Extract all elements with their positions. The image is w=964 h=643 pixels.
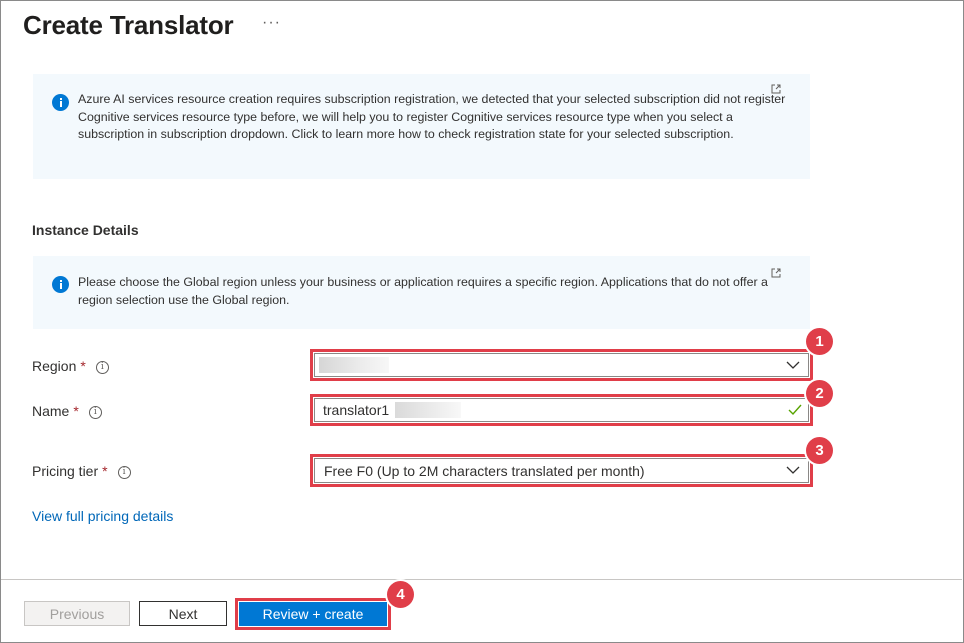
tooltip-info-icon[interactable]: i (95, 360, 109, 374)
name-value: translator1 (323, 402, 390, 418)
region-dropdown[interactable] (314, 353, 809, 377)
tooltip-info-icon[interactable]: i (88, 405, 102, 419)
external-link-icon (771, 268, 781, 278)
region-info-text: Please choose the Global region unless y… (78, 275, 768, 307)
required-marker: * (73, 403, 79, 419)
info-icon (52, 94, 69, 111)
chevron-down-icon (786, 361, 800, 369)
pricing-tier-label: Pricing tier * i (32, 463, 131, 479)
step-badge-2: 2 (806, 380, 833, 407)
region-label-text: Region (32, 358, 77, 374)
previous-button[interactable]: Previous (24, 601, 130, 626)
pricing-tier-label-text: Pricing tier (32, 463, 99, 479)
next-button[interactable]: Next (139, 601, 227, 626)
chevron-down-icon (786, 466, 800, 474)
required-marker: * (102, 463, 108, 479)
name-label-text: Name (32, 403, 70, 419)
more-icon[interactable]: ··· (262, 14, 281, 32)
name-value-redacted (395, 402, 461, 418)
external-link-icon (771, 84, 781, 94)
region-info-banner[interactable]: Please choose the Global region unless y… (33, 256, 810, 329)
page-title: Create Translator (23, 10, 234, 40)
info-icon (52, 276, 69, 293)
review-create-button[interactable]: Review + create (239, 602, 387, 626)
pricing-tier-dropdown[interactable]: Free F0 (Up to 2M characters translated … (314, 458, 809, 483)
required-marker: * (80, 358, 86, 374)
subscription-info-text: Azure AI services resource creation requ… (78, 92, 786, 141)
tooltip-info-icon[interactable]: i (117, 465, 131, 479)
name-label: Name * i (32, 403, 102, 419)
name-input[interactable]: translator1 (314, 398, 809, 422)
region-label: Region * i (32, 358, 109, 374)
region-value-redacted (319, 357, 389, 373)
instance-details-heading: Instance Details (32, 222, 139, 238)
step-badge-4: 4 (387, 581, 414, 608)
step-badge-3: 3 (806, 437, 833, 464)
footer-divider (1, 579, 962, 580)
pricing-tier-value: Free F0 (Up to 2M characters translated … (324, 463, 645, 479)
view-pricing-link[interactable]: View full pricing details (32, 508, 173, 524)
checkmark-icon (788, 404, 802, 416)
subscription-info-banner[interactable]: Azure AI services resource creation requ… (33, 74, 810, 179)
step-badge-1: 1 (806, 328, 833, 355)
